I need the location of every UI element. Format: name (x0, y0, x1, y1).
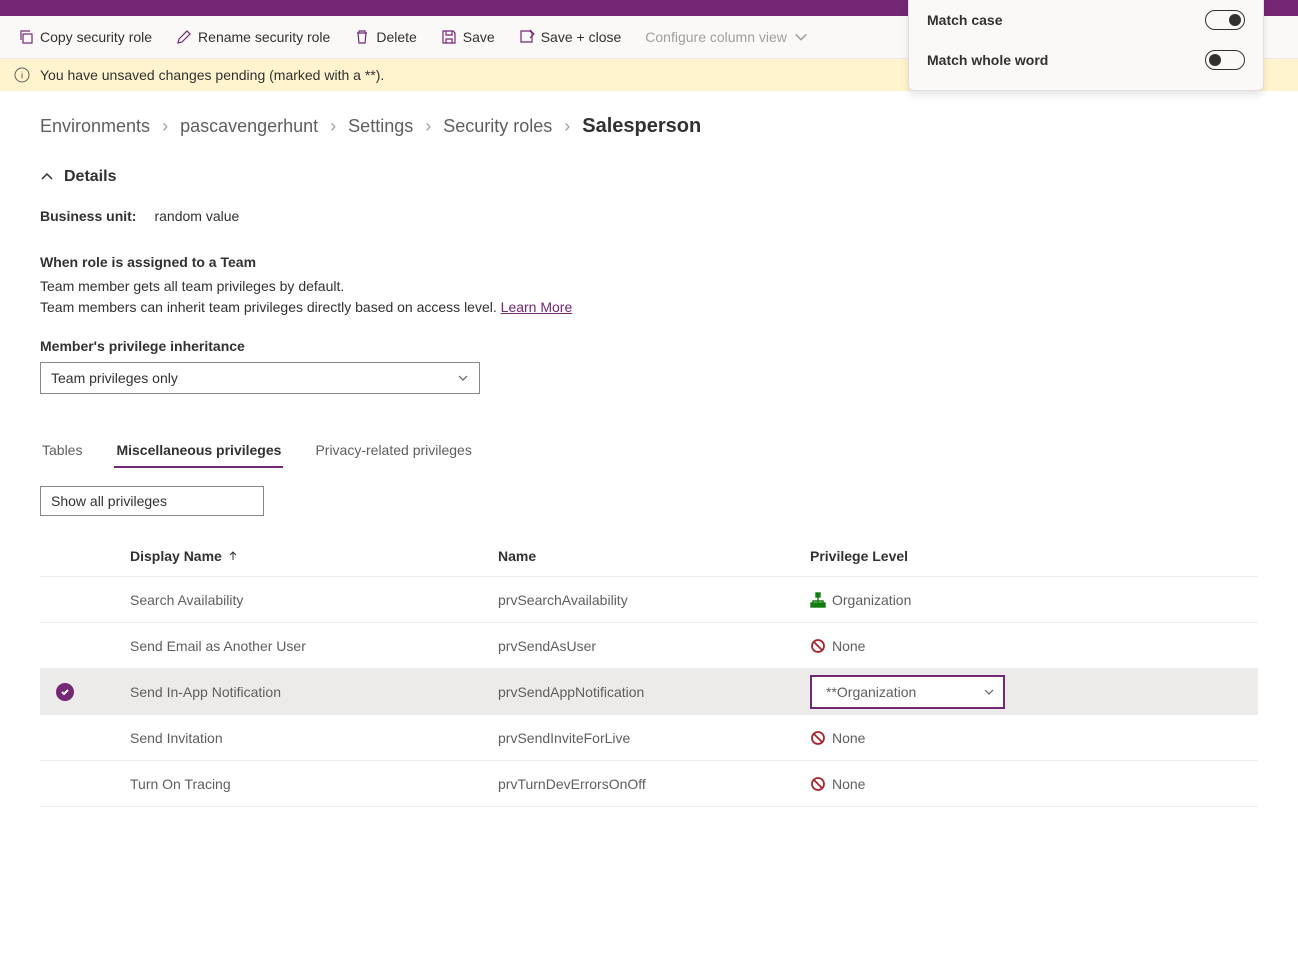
privilege-filter-dropdown[interactable]: Show all privileges (40, 486, 264, 516)
cell-privilege: None (810, 638, 1258, 654)
tab-tables[interactable]: Tables (40, 434, 84, 468)
match-whole-label: Match whole word (927, 52, 1048, 68)
chevron-down-icon (983, 686, 995, 698)
privilege-value: None (810, 776, 865, 792)
crumb-settings[interactable]: Settings (348, 116, 413, 137)
main-content: Environments › pascavengerhunt › Setting… (0, 91, 1298, 831)
inheritance-value: Team privileges only (51, 370, 178, 386)
cell-privilege: Organization (810, 592, 1258, 608)
save-label: Save (463, 29, 495, 45)
table-header-row: Display Name Name Privilege Level (40, 536, 1258, 577)
breadcrumb-separator: › (162, 116, 168, 137)
chevron-down-icon (457, 372, 469, 384)
th-privilege-level[interactable]: Privilege Level (810, 548, 1258, 564)
pencil-icon (176, 29, 192, 45)
privilege-value: Organization (810, 592, 911, 608)
privilege-value: None (810, 730, 865, 746)
rename-security-role-button[interactable]: Rename security role (166, 25, 340, 49)
cell-name: prvSendAppNotification (498, 684, 810, 700)
cell-name: prvSendAsUser (498, 638, 810, 654)
tab-misc-privileges[interactable]: Miscellaneous privileges (114, 434, 283, 468)
inheritance-label: Member's privilege inheritance (40, 338, 1258, 354)
privilege-tabs: Tables Miscellaneous privileges Privacy-… (40, 434, 1258, 468)
match-case-row: Match case (927, 0, 1245, 40)
details-toggle[interactable]: Details (40, 168, 1258, 186)
crumb-security-roles[interactable]: Security roles (443, 116, 552, 137)
th-display-name[interactable]: Display Name (88, 548, 498, 564)
chevron-down-icon (793, 29, 809, 45)
chevron-up-icon (40, 170, 54, 184)
cell-name: prvTurnDevErrorsOnOff (498, 776, 810, 792)
table-row[interactable]: Search AvailabilityprvSearchAvailability… (40, 577, 1258, 623)
table-row[interactable]: Send Email as Another UserprvSendAsUserN… (40, 623, 1258, 669)
tab-privacy-privileges[interactable]: Privacy-related privileges (313, 434, 473, 468)
sort-asc-icon (228, 551, 238, 561)
team-assignment-text: Team member gets all team privileges by … (40, 276, 1258, 318)
save-close-button[interactable]: Save + close (509, 25, 632, 49)
table-row[interactable]: Turn On TracingprvTurnDevErrorsOnOffNone (40, 761, 1258, 807)
breadcrumb-separator: › (564, 116, 570, 137)
configure-label: Configure column view (645, 29, 787, 45)
crumb-env-name[interactable]: pascavengerhunt (180, 116, 318, 137)
save-close-icon (519, 29, 535, 45)
team-assignment-header: When role is assigned to a Team (40, 254, 1258, 270)
cell-display-name: Send In-App Notification (88, 684, 498, 700)
notice-text: You have unsaved changes pending (marked… (40, 67, 384, 83)
cell-privilege: None (810, 776, 1258, 792)
crumb-current: Salesperson (582, 115, 701, 138)
th-select (40, 548, 88, 564)
cell-display-name: Send Invitation (88, 730, 498, 746)
inheritance-dropdown[interactable]: Team privileges only (40, 362, 480, 394)
copy-label: Copy security role (40, 29, 152, 45)
breadcrumb-separator: › (330, 116, 336, 137)
find-options-panel: Match case Match whole word (908, 0, 1264, 91)
privilege-value: None (810, 638, 865, 654)
details-header-label: Details (64, 168, 116, 186)
team-line2: Team members can inherit team privileges… (40, 299, 501, 315)
business-unit-value: random value (154, 208, 239, 224)
cell-display-name: Search Availability (88, 592, 498, 608)
copy-security-role-button[interactable]: Copy security role (8, 25, 162, 49)
business-unit-label: Business unit: (40, 208, 136, 224)
match-case-label: Match case (927, 12, 1002, 28)
cell-privilege: None (810, 730, 1258, 746)
delete-label: Delete (376, 29, 416, 45)
trash-icon (354, 29, 370, 45)
learn-more-link[interactable]: Learn More (501, 299, 573, 315)
cell-display-name: Send Email as Another User (88, 638, 498, 654)
configure-column-view-button[interactable]: Configure column view (635, 25, 819, 49)
team-line1: Team member gets all team privileges by … (40, 278, 344, 294)
breadcrumb-separator: › (425, 116, 431, 137)
business-unit-field: Business unit: random value (40, 208, 1258, 224)
th-display-name-label: Display Name (130, 548, 222, 564)
match-whole-word-toggle[interactable] (1205, 50, 1245, 70)
cell-display-name: Turn On Tracing (88, 776, 498, 792)
table-row[interactable]: Send In-App NotificationprvSendAppNotifi… (40, 669, 1258, 715)
breadcrumb: Environments › pascavengerhunt › Setting… (40, 115, 1258, 138)
match-case-toggle[interactable] (1205, 10, 1245, 30)
delete-button[interactable]: Delete (344, 25, 426, 49)
table-row[interactable]: Send InvitationprvSendInviteForLiveNone (40, 715, 1258, 761)
info-icon (14, 67, 30, 83)
row-select-cell[interactable] (40, 683, 88, 701)
checkmark-icon (56, 683, 74, 701)
save-icon (441, 29, 457, 45)
cell-name: prvSendInviteForLive (498, 730, 810, 746)
save-button[interactable]: Save (431, 25, 505, 49)
privilege-level-select[interactable]: **Organization (810, 675, 1005, 709)
match-whole-word-row: Match whole word (927, 40, 1245, 80)
filter-value: Show all privileges (51, 493, 167, 509)
save-close-label: Save + close (541, 29, 622, 45)
privileges-table: Display Name Name Privilege Level Search… (40, 536, 1258, 807)
cell-privilege: **Organization (810, 675, 1258, 709)
rename-label: Rename security role (198, 29, 330, 45)
crumb-environments[interactable]: Environments (40, 116, 150, 137)
cell-name: prvSearchAvailability (498, 592, 810, 608)
th-name[interactable]: Name (498, 548, 810, 564)
copy-icon (18, 29, 34, 45)
